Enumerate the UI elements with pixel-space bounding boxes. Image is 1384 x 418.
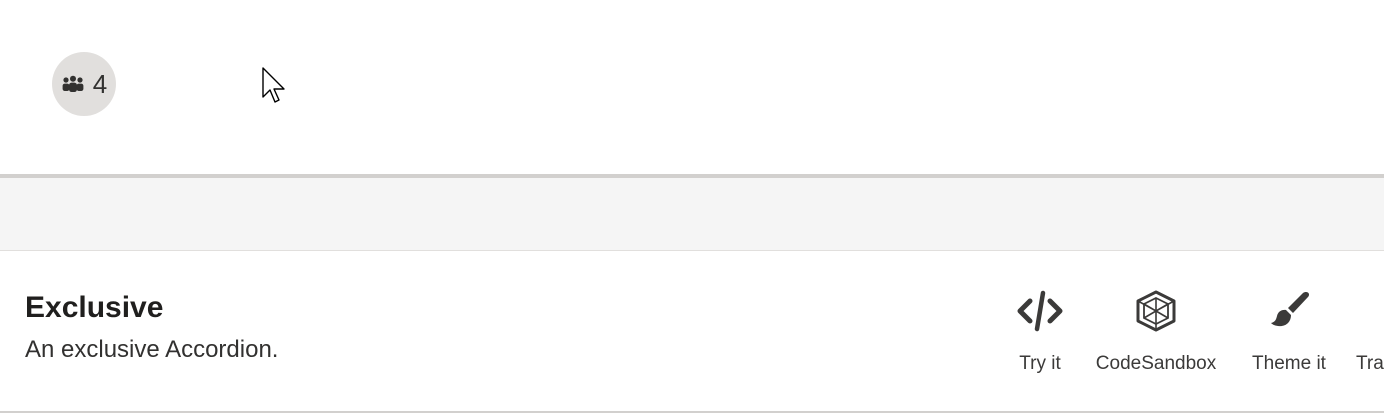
theme-it-label: Theme it xyxy=(1252,353,1326,374)
mouse-pointer-icon xyxy=(262,67,285,103)
people-count: 4 xyxy=(92,69,108,99)
people-team-icon xyxy=(62,75,84,92)
paintbrush-icon xyxy=(1271,292,1310,327)
example-card: Exclusive An exclusive Accordion. Try it… xyxy=(0,251,1384,411)
try-it-button[interactable]: Try it xyxy=(1000,289,1080,375)
translate-label: Tra xyxy=(1356,353,1384,374)
example-actions-toolbar: Try it CodeSandbox Theme it Tra xyxy=(0,289,1384,389)
theme-it-button[interactable]: Theme it xyxy=(1244,289,1334,375)
section-separator-band xyxy=(0,178,1384,251)
people-count-badge[interactable]: 4 xyxy=(52,52,116,116)
code-icon xyxy=(1017,290,1063,332)
demo-preview-panel: 4 xyxy=(0,0,1384,174)
try-it-label: Try it xyxy=(1019,353,1061,374)
section-bottom-divider xyxy=(0,411,1384,413)
translate-icon xyxy=(1362,289,1384,333)
codesandbox-label: CodeSandbox xyxy=(1095,353,1217,374)
codesandbox-button[interactable]: CodeSandbox xyxy=(1086,289,1226,375)
codesandbox-icon xyxy=(1136,290,1176,332)
translate-button[interactable]: Tra xyxy=(1356,289,1384,375)
